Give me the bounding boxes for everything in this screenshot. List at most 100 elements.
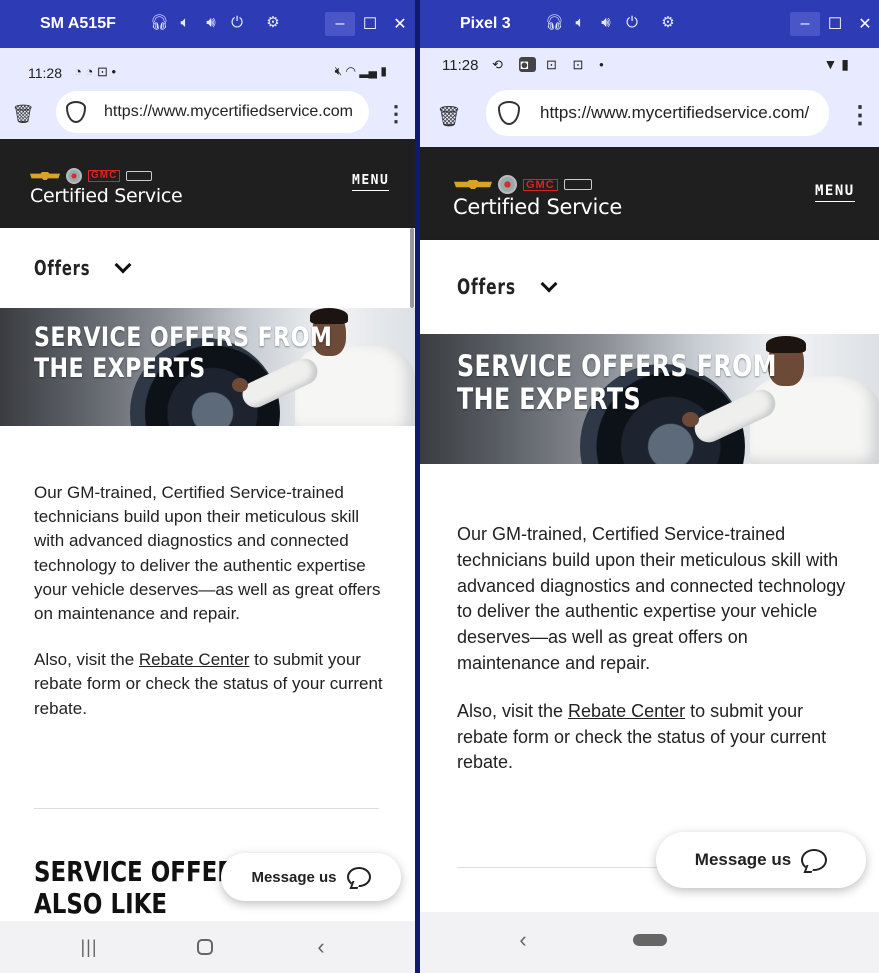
recents-icon[interactable]: |||: [74, 933, 104, 961]
status-system-icons: ▼ ▮: [824, 56, 849, 73]
offers-dropdown[interactable]: Offers: [420, 240, 879, 334]
mute-icon: 🔇︎: [334, 64, 343, 78]
maximize-button[interactable]: ☐: [355, 12, 385, 36]
trash-icon[interactable]: 🗑︎: [8, 100, 38, 128]
hero-heading: SERVICE OFFERS FROM THE EXPERTS: [457, 349, 777, 417]
battery-icon: ▮: [841, 56, 849, 72]
intro-copy: Our GM-trained, Certified Service-traine…: [457, 522, 847, 798]
dot-icon: •: [599, 57, 610, 72]
url-text: https://www.mycertifiedservice.com: [104, 103, 353, 120]
power-icon[interactable]: ⏻: [623, 14, 641, 32]
sync-icon: ◔: [74, 64, 82, 79]
message-us-button[interactable]: Message us: [221, 853, 401, 901]
brand-title[interactable]: Certified Service: [453, 195, 622, 219]
app-icon: ◘: [518, 57, 537, 72]
chevron-down-icon: [114, 256, 132, 274]
emulator-toolbar: 🎧︎ 🔈︎ 🔊︎ ⏻ ⚙: [150, 14, 282, 32]
scrollbar-thumb[interactable]: [410, 228, 414, 308]
minimize-button[interactable]: –: [790, 12, 820, 36]
rebate-center-link[interactable]: Rebate Center: [568, 701, 685, 721]
offers-label: Offers: [457, 275, 516, 299]
shield-icon: [66, 101, 86, 123]
address-bar[interactable]: https://www.mycertifiedservice.com/: [486, 90, 829, 136]
settings-gear-icon[interactable]: ⚙: [264, 14, 282, 32]
buick-logo: [66, 168, 82, 184]
maximize-button[interactable]: ☐: [820, 12, 850, 36]
volume-up-icon[interactable]: 🔊︎: [597, 14, 615, 32]
volume-down-icon[interactable]: 🔈︎: [176, 14, 194, 32]
intro-copy: Our GM-trained, Certified Service-traine…: [34, 481, 384, 743]
back-icon[interactable]: ‹: [508, 926, 538, 954]
headphones-icon[interactable]: 🎧︎: [150, 14, 169, 32]
menu-button[interactable]: MENU: [352, 173, 390, 191]
chevron-down-icon: [540, 275, 558, 293]
section-heading: SERVICE OFFERS ALSO LIKE: [34, 855, 252, 920]
device-window-pixel-3: Pixel 3 🎧︎ 🔈︎ 🔊︎ ⏻ ⚙ – ☐ ✕ 11:28 ⟲ ◘ ⊡ ⊡…: [420, 0, 879, 973]
section-divider: [34, 808, 379, 809]
hero-heading-line2: THE EXPERTS: [457, 382, 642, 417]
signal-icon: ▂▄: [359, 64, 378, 78]
menu-button[interactable]: MENU: [815, 183, 855, 202]
rebate-paragraph: Also, visit the Rebate Center to submit …: [457, 699, 847, 776]
settings-gear-icon[interactable]: ⚙: [659, 14, 677, 32]
android-nav-bar: ||| ‹: [0, 921, 415, 973]
home-button[interactable]: [190, 933, 220, 961]
rebate-center-link[interactable]: Rebate Center: [139, 650, 250, 669]
minimize-button[interactable]: –: [325, 12, 355, 36]
android-status-bar: 11:28 ⟲ ◘ ⊡ ⊡ • ▼ ▮: [420, 48, 879, 86]
more-vert-icon[interactable]: ⋮: [385, 100, 407, 128]
power-icon[interactable]: ⏻: [228, 14, 246, 32]
hero-banner: SERVICE OFFERS FROM THE EXPERTS: [420, 334, 879, 464]
home-button[interactable]: [632, 932, 668, 948]
gmc-logo: GMC: [88, 170, 121, 182]
status-system-icons: 🔇︎ ◠ ▂▄ ▮: [335, 64, 387, 79]
clock-icon: ⊡: [546, 57, 563, 72]
volume-up-icon[interactable]: 🔊︎: [202, 14, 220, 32]
chat-bubble-icon: [346, 867, 371, 887]
chevrolet-logo: [30, 172, 60, 180]
address-bar[interactable]: https://www.mycertifiedservice.com: [56, 91, 369, 133]
device-name: Pixel 3: [460, 15, 511, 32]
rebate-text-prefix: Also, visit the: [457, 700, 569, 721]
message-us-button[interactable]: Message us: [656, 832, 866, 888]
brand-title[interactable]: Certified Service: [30, 185, 183, 207]
window-controls: – ☐ ✕: [790, 12, 879, 36]
home-pill-icon: [633, 934, 667, 946]
emulator-titlebar: Pixel 3 🎧︎ 🔈︎ 🔊︎ ⏻ ⚙ – ☐ ✕: [420, 0, 879, 48]
more-vert-icon[interactable]: ⋮: [848, 100, 872, 130]
dot-icon: •: [111, 64, 117, 79]
cadillac-logo: [563, 179, 592, 190]
emulator-toolbar: 🎧︎ 🔈︎ 🔊︎ ⏻ ⚙: [545, 14, 677, 32]
trash-icon[interactable]: 🗑︎: [434, 102, 464, 130]
hero-heading-line1: SERVICE OFFERS FROM: [457, 349, 777, 383]
message-us-label: Message us: [251, 868, 337, 886]
sync-icon: ⟲: [492, 57, 509, 72]
message-us-label: Message us: [694, 850, 792, 869]
hero-heading-line2: THE EXPERTS: [34, 353, 206, 385]
chevrolet-logo: [454, 180, 492, 189]
url-text: https://www.mycertifiedservice.com/: [540, 103, 810, 122]
headphones-icon[interactable]: 🎧︎: [545, 14, 564, 32]
window-controls: – ☐ ✕: [325, 12, 415, 36]
shield-icon: [498, 101, 520, 125]
gm-brand-logos[interactable]: GMC: [454, 175, 592, 194]
close-button[interactable]: ✕: [385, 12, 415, 36]
buick-logo: [498, 175, 517, 194]
status-time: 11:28: [442, 57, 479, 74]
close-button[interactable]: ✕: [850, 12, 879, 36]
offers-label: Offers: [34, 256, 91, 280]
back-icon[interactable]: ‹: [306, 933, 336, 961]
gm-brand-logos[interactable]: GMC: [30, 168, 153, 184]
volume-down-icon[interactable]: 🔈︎: [571, 14, 589, 32]
site-header: GMC Certified Service MENU: [420, 147, 879, 240]
home-icon: [197, 939, 213, 955]
android-nav-bar: ‹: [420, 912, 879, 973]
site-header: GMC Certified Service MENU: [0, 139, 415, 228]
chat-bubble-icon: [801, 849, 828, 871]
cadillac-logo: [126, 171, 153, 181]
offers-dropdown[interactable]: Offers: [0, 228, 415, 308]
android-status-bar: 11:28 ◔ ◔ ⊡ • 🔇︎ ◠ ▂▄ ▮: [0, 48, 415, 90]
browser-toolbar: 🗑︎ https://www.mycertifiedservice.com ⋮: [0, 90, 415, 139]
rebate-text-prefix: Also, visit the: [34, 650, 139, 670]
battery-icon: ▮: [380, 64, 387, 78]
